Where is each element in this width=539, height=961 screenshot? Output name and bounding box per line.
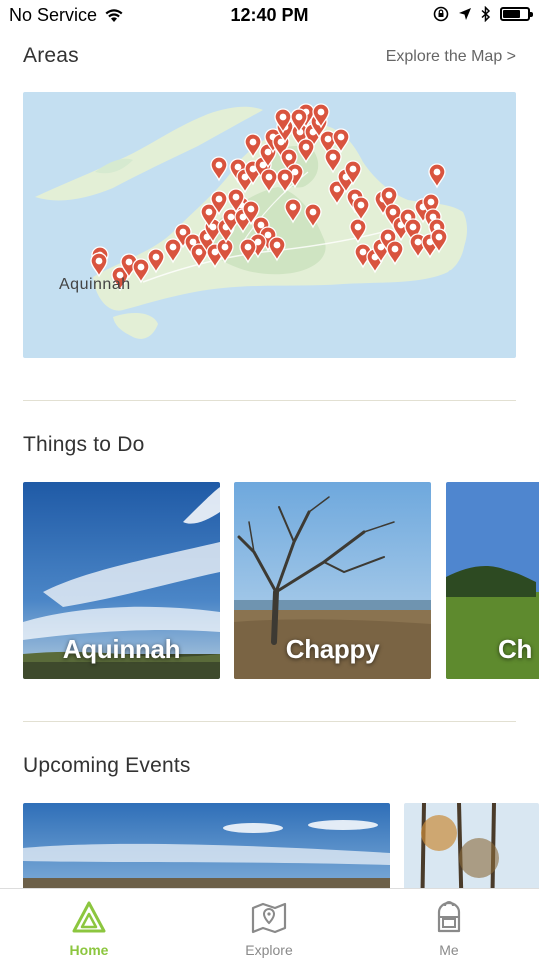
battery-fill [503, 10, 520, 18]
tab-label: Me [439, 942, 459, 958]
tab-bar: Home Explore Me [0, 888, 539, 961]
home-triangle-icon [72, 901, 106, 933]
divider-2 [23, 721, 516, 722]
event-image-2 [404, 803, 539, 888]
map-land-south-spit [113, 312, 158, 339]
areas-map[interactable]: Aquinnah [23, 92, 516, 358]
map-town-label: Aquinnah [59, 276, 131, 293]
event-image-1 [23, 803, 390, 888]
map-pin[interactable] [210, 156, 228, 182]
tab-home[interactable]: Home [34, 889, 144, 961]
tab-explore[interactable]: Explore [214, 889, 324, 961]
map-pin-icon [251, 902, 287, 934]
event-card-2[interactable] [404, 803, 539, 888]
thing-card-label: Aquinnah [62, 634, 181, 664]
wifi-icon [105, 8, 123, 22]
bluetooth-icon [481, 6, 491, 22]
status-bar: No Service 12:40 PM [0, 0, 539, 32]
divider-1 [23, 400, 516, 401]
tab-label: Explore [245, 942, 293, 958]
explore-map-link[interactable]: Explore the Map > [386, 48, 516, 66]
thing-card-aquinnah[interactable]: Aquinnah [23, 482, 220, 679]
thing-card-label: Chappy [285, 634, 380, 664]
map-graphic [35, 103, 468, 339]
events-carousel[interactable] [23, 803, 539, 888]
backpack-icon [437, 901, 461, 933]
status-left: No Service [9, 5, 123, 26]
tab-me[interactable]: Me [394, 889, 504, 961]
event-card-1[interactable] [23, 803, 390, 888]
upcoming-events-title: Upcoming Events [23, 754, 191, 777]
thing-card-third[interactable]: Ch [446, 482, 539, 679]
areas-title: Areas [23, 44, 79, 67]
carrier-label: No Service [9, 5, 98, 25]
status-right [433, 6, 533, 22]
rotation-lock-icon [433, 6, 449, 22]
thing-card-label: Ch [498, 634, 533, 664]
things-to-do-carousel[interactable]: Aquinnah Chappy Ch [23, 482, 539, 679]
location-arrow-icon [459, 8, 471, 20]
thing-card-chappy[interactable]: Chappy [234, 482, 431, 679]
battery-icon [500, 7, 533, 21]
map-pin[interactable] [428, 163, 446, 189]
tab-label: Home [69, 942, 109, 958]
things-to-do-title: Things to Do [23, 433, 145, 456]
